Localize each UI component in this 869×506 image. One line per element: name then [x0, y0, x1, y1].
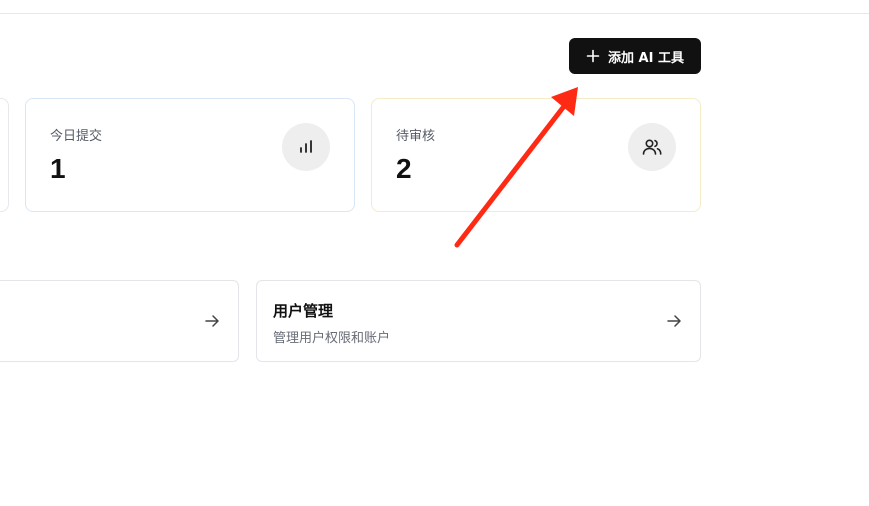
- arrow-right-icon: [205, 315, 219, 327]
- stat-value: 2: [396, 153, 412, 184]
- stat-label: 今日提交: [50, 129, 103, 144]
- arrow-right-icon: [667, 315, 681, 327]
- link-card-partial[interactable]: [0, 280, 239, 362]
- bar-chart-icon: [300, 140, 312, 153]
- link-description: 管理用户权限和账户: [273, 331, 391, 346]
- annotation-arrow: [454, 87, 578, 248]
- users-icon: [642, 139, 662, 155]
- stat-card-pending-review: 待审核 2: [371, 98, 701, 212]
- stat-icon-circle: [282, 123, 330, 171]
- add-ai-tool-label: 添加 AI 工具: [608, 50, 684, 66]
- stat-card-partial: [0, 98, 9, 212]
- top-divider: [0, 13, 869, 14]
- stat-icon-circle: [628, 123, 676, 171]
- stat-value: 1: [50, 153, 66, 184]
- link-card-user-management[interactable]: 用户管理 管理用户权限和账户: [256, 280, 701, 362]
- link-title: 用户管理: [273, 302, 334, 320]
- stat-card-today-submissions: 今日提交 1: [25, 98, 355, 212]
- plus-icon: [586, 49, 600, 63]
- add-ai-tool-button[interactable]: 添加 AI 工具: [569, 38, 701, 74]
- stat-label: 待审核: [396, 129, 436, 144]
